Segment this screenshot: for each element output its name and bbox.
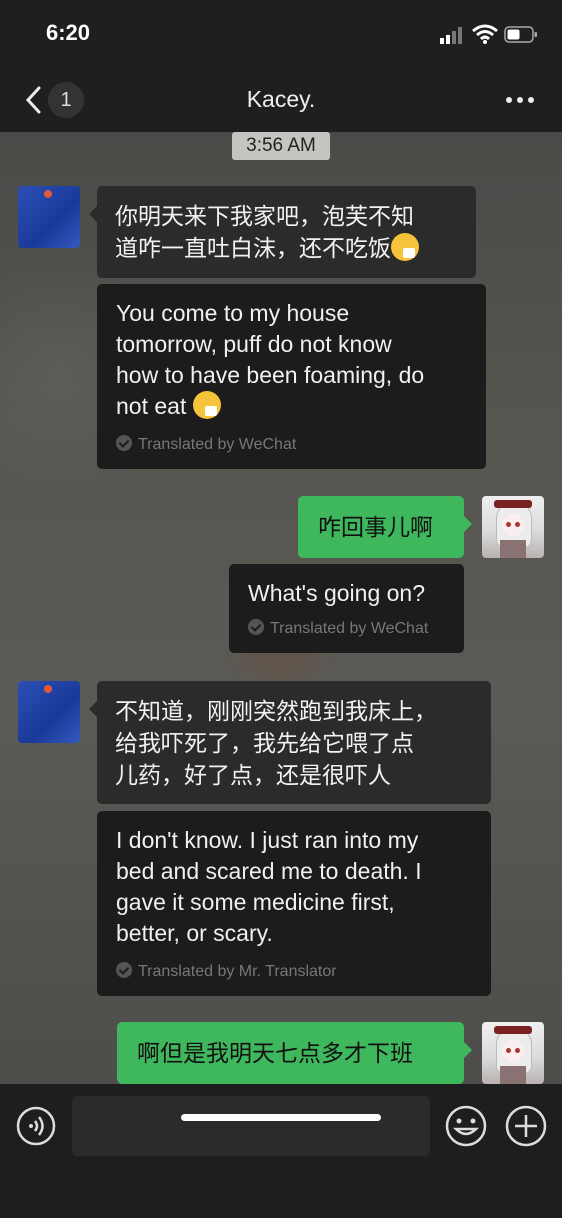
- emoji-icon[interactable]: [444, 1104, 488, 1148]
- chat-area[interactable]: 3:56 AM 你明天来下我家吧，泡芙不知 道咋一直吐白沫，还不吃饭 You c…: [0, 132, 562, 1084]
- translation-line: You come to my house: [116, 300, 350, 326]
- translation-line: What's going on?: [248, 580, 426, 606]
- message-bubble[interactable]: 啊但是我明天七点多才下班: [117, 1022, 472, 1084]
- translation-line: gave it some medicine first,: [116, 889, 395, 915]
- translation-line: I don't know. I just ran into my: [116, 827, 419, 853]
- message-text: 你明天来下我家吧，泡芙不知: [115, 203, 414, 229]
- message-bubble[interactable]: 咋回事儿啊: [298, 496, 472, 558]
- check-circle-icon: [248, 619, 264, 635]
- translation-line: tomorrow, puff do not know: [116, 331, 392, 357]
- more-dots-icon[interactable]: [504, 90, 536, 110]
- avatar[interactable]: [18, 186, 80, 248]
- home-indicator[interactable]: [181, 1114, 381, 1121]
- avatar[interactable]: [18, 681, 80, 743]
- chat-title: Kacey.: [246, 86, 316, 112]
- translated-by-label: Translated by Mr. Translator: [116, 962, 337, 982]
- input-bar: [0, 1084, 562, 1218]
- message-text: 道咋一直吐白沫，还不吃饭: [115, 235, 391, 261]
- status-time: 6:20: [46, 20, 91, 45]
- translation-card[interactable]: What's going on? Translated by WeChat: [229, 564, 464, 653]
- translation-line: better, or scary.: [116, 920, 273, 946]
- battery-icon: [504, 26, 537, 43]
- message-input[interactable]: [72, 1096, 430, 1156]
- status-bar: 6:20: [0, 0, 562, 68]
- message-text: 咋回事儿啊: [318, 514, 433, 540]
- message-text: 不知道，刚刚突然跑到我床上，: [115, 698, 437, 724]
- cellular-signal-icon: [440, 27, 462, 44]
- avatar[interactable]: [482, 1022, 544, 1084]
- translation-line: how to have been foaming, do: [116, 362, 425, 388]
- message-text: 啊但是我明天七点多才下班: [137, 1040, 413, 1066]
- voice-icon[interactable]: [16, 1106, 56, 1146]
- check-circle-icon: [116, 435, 132, 451]
- message-bubble[interactable]: 不知道，刚刚突然跑到我床上， 给我吓死了，我先给它喂了点 儿药，好了点，还是很吓…: [89, 681, 491, 804]
- check-circle-icon: [116, 962, 132, 978]
- translated-by-label: Translated by WeChat: [248, 619, 428, 639]
- timestamp: 3:56 AM: [232, 132, 330, 160]
- translation-line: not eat: [116, 393, 187, 419]
- translation-card[interactable]: You come to my house tomorrow, puff do n…: [97, 284, 486, 469]
- wifi-icon: [472, 24, 498, 44]
- translation-line: bed and scared me to death. I: [116, 858, 422, 884]
- message-text: 给我吓死了，我先给它喂了点: [115, 730, 414, 756]
- translation-card[interactable]: I don't know. I just ran into my bed and…: [97, 811, 491, 996]
- message-text: 儿药，好了点，还是很吓人: [115, 762, 391, 788]
- drooling-sick-face-emoji: [391, 233, 419, 261]
- avatar[interactable]: [482, 496, 544, 558]
- drooling-sick-face-emoji: [192, 391, 221, 419]
- plus-icon[interactable]: [504, 1104, 548, 1148]
- message-bubble[interactable]: 你明天来下我家吧，泡芙不知 道咋一直吐白沫，还不吃饭: [89, 186, 476, 278]
- chat-header: 1 Kacey.: [0, 68, 562, 132]
- translated-by-label: Translated by WeChat: [116, 435, 296, 455]
